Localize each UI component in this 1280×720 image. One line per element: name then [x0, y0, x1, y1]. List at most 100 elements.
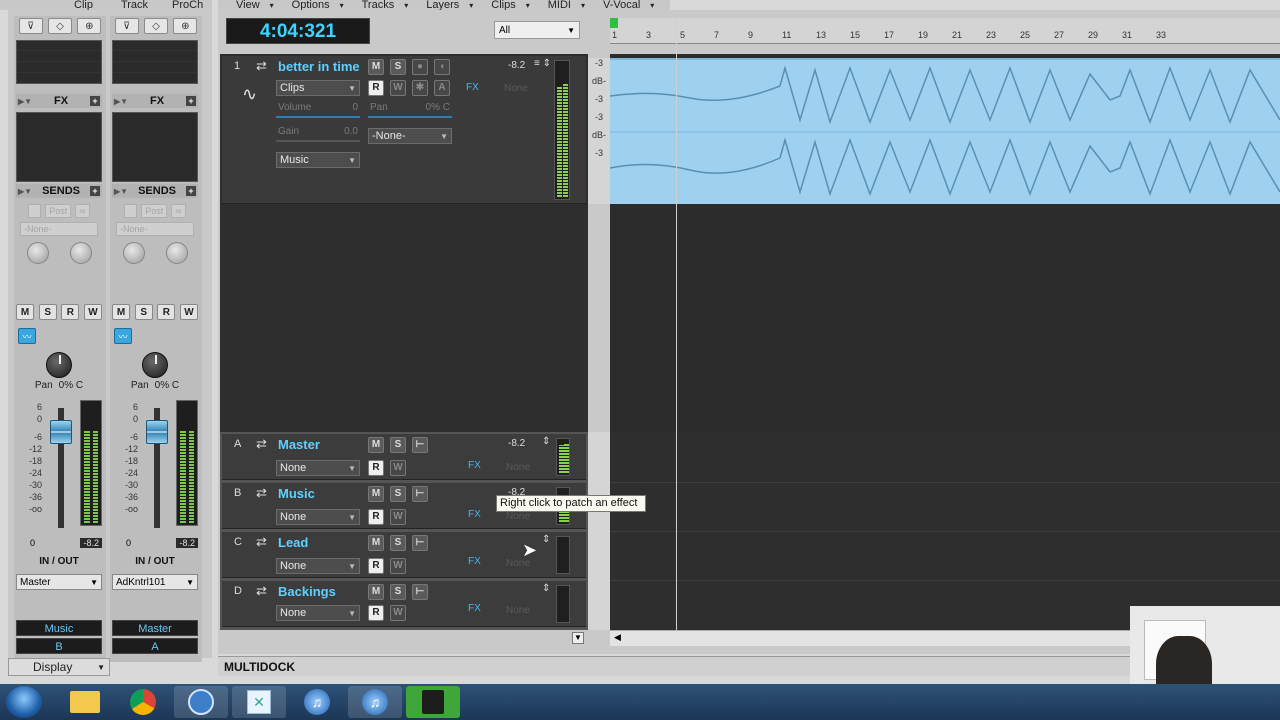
eq-peak-icon[interactable]: ◇ [143, 18, 168, 34]
now-time-cursor[interactable] [676, 18, 677, 630]
mute-button[interactable]: M [16, 304, 34, 320]
read-button[interactable]: R [368, 558, 384, 574]
bus-output-select[interactable]: None ▼ [276, 558, 360, 574]
timeline-ruler[interactable]: 1 3 5 7 9 11 13 15 17 19 21 23 25 27 29 … [610, 18, 1280, 44]
menu-layers[interactable]: Layers ▾ [426, 0, 477, 10]
itunes-icon[interactable]: ♫ [290, 686, 344, 718]
add-icon[interactable]: + [89, 186, 100, 196]
track-view-select[interactable]: Clips ▼ [276, 80, 360, 96]
solo-button[interactable]: S [390, 584, 406, 600]
eq-display[interactable] [16, 40, 102, 84]
solo-button[interactable]: S [134, 304, 153, 320]
bus-input-icon[interactable]: ⊢ [412, 535, 428, 551]
output-select[interactable]: AdKntrl101 ▼ [112, 574, 198, 590]
display-dropdown[interactable]: Display ▼ [8, 658, 110, 676]
write-button[interactable]: W [390, 605, 406, 621]
output-select[interactable]: Music ▼ [276, 152, 360, 168]
send-enable[interactable] [124, 204, 138, 218]
read-button[interactable]: R [368, 605, 384, 621]
archive-button[interactable]: A [434, 80, 450, 96]
fx-bin-label[interactable]: FX [468, 556, 481, 567]
audio-clip[interactable] [609, 58, 1280, 204]
send-post-button[interactable]: Post [141, 204, 168, 218]
read-button[interactable]: R [368, 80, 384, 96]
bus-name[interactable]: Music [278, 486, 315, 501]
scroll-left-icon[interactable]: ◀ [614, 632, 621, 643]
chrome-icon[interactable] [116, 686, 170, 718]
add-icon[interactable]: + [185, 186, 196, 196]
waveform-icon[interactable]: 〰 [18, 328, 36, 344]
mute-button[interactable]: M [368, 486, 384, 502]
bus-output-select[interactable]: None ▼ [276, 509, 360, 525]
write-button[interactable]: W [390, 460, 406, 476]
solo-button[interactable]: S [390, 437, 406, 453]
collapse-icon[interactable]: ▶▼ [114, 97, 128, 106]
excel-icon[interactable]: ✕ [232, 686, 286, 718]
bus-settings-icon[interactable]: ⇄ [256, 485, 267, 501]
write-button[interactable]: W [390, 558, 406, 574]
send-post-button[interactable]: Post [45, 204, 72, 218]
output-select[interactable]: Master ▼ [16, 574, 102, 590]
file-explorer-icon[interactable] [58, 686, 112, 718]
now-time-display[interactable]: 4:04:321 [226, 18, 370, 44]
bus-backings[interactable]: D ⇄ Backings M S ⊢ ⇕ None ▼ R W FX None [222, 581, 586, 627]
pan-knob[interactable] [46, 352, 72, 378]
menu-proch[interactable]: ProCh [172, 0, 203, 10]
strip-name[interactable]: Music [16, 620, 102, 636]
send-link-icon[interactable]: ∞ [171, 204, 186, 218]
send-destination[interactable]: -None- [20, 222, 98, 236]
loop-start-marker[interactable] [610, 18, 618, 28]
write-button[interactable]: W [179, 304, 198, 320]
volume-fader[interactable] [50, 420, 72, 444]
bus-name[interactable]: Lead [278, 535, 308, 550]
bus-name[interactable]: Backings [278, 584, 336, 599]
collapse-icon[interactable]: ▶▼ [18, 97, 32, 106]
menu-clip[interactable]: Clip [74, 0, 93, 10]
sonar-icon[interactable] [406, 686, 460, 718]
bus-settings-icon[interactable]: ⇄ [256, 436, 267, 452]
horizontal-scrollbar[interactable]: ◀ [610, 630, 1130, 646]
read-button[interactable]: R [368, 509, 384, 525]
mute-button[interactable]: M [368, 535, 384, 551]
arm-record-button[interactable]: ● [412, 59, 428, 75]
menu-view[interactable]: View ▾ [236, 0, 278, 10]
send-enable[interactable] [28, 204, 42, 218]
bus-input-icon[interactable]: ⊢ [412, 584, 428, 600]
bus-settings-icon[interactable]: ⇄ [256, 534, 267, 550]
bus-input-icon[interactable]: ⊢ [412, 437, 428, 453]
itunes-window-icon[interactable]: ♫ [348, 686, 402, 718]
eq-lowshelf-icon[interactable]: ⊽ [18, 18, 43, 34]
windows-start-icon[interactable] [6, 686, 42, 718]
track-settings-icon[interactable]: ⇄ [256, 58, 267, 74]
fx-bin-label[interactable]: FX [468, 509, 481, 520]
read-button[interactable]: R [157, 304, 176, 320]
menu-options[interactable]: Options ▾ [292, 0, 348, 10]
fx-bin[interactable] [112, 112, 198, 182]
bus-settings-icon[interactable]: ⇄ [256, 583, 267, 599]
bus-output-select[interactable]: None ▼ [276, 605, 360, 621]
eq-highshelf-icon[interactable]: ⊕ [77, 18, 102, 34]
mute-button[interactable]: M [368, 59, 384, 75]
collapse-icon[interactable]: ▶▼ [114, 187, 128, 196]
track-filter-select[interactable]: All ▼ [494, 21, 580, 39]
solo-button[interactable]: S [390, 59, 406, 75]
add-icon[interactable]: + [185, 96, 196, 106]
bus-height-icon[interactable]: ⇕ [542, 583, 550, 594]
fx-bin[interactable] [16, 112, 102, 182]
fx-bin-label[interactable]: FX [468, 460, 481, 471]
send-link-icon[interactable]: ∞ [75, 204, 90, 218]
track-name[interactable]: better in time [278, 59, 360, 74]
send-pan-knob[interactable] [69, 242, 92, 264]
send-level-knob[interactable] [26, 242, 49, 264]
send-destination[interactable]: -None- [116, 222, 194, 236]
bus-pane-toggle-icon[interactable]: ▼ [572, 632, 584, 644]
mute-button[interactable]: M [368, 584, 384, 600]
write-button[interactable]: W [390, 509, 406, 525]
waveform-icon[interactable]: 〰 [114, 328, 132, 344]
read-button[interactable]: R [368, 460, 384, 476]
menu-v-vocal[interactable]: V-Vocal ▾ [603, 0, 658, 10]
menu-midi[interactable]: MIDI ▾ [548, 0, 589, 10]
add-icon[interactable]: + [89, 96, 100, 106]
send-level-knob[interactable] [122, 242, 145, 264]
bus-master[interactable]: A ⇄ Master M S ⊢ -8.2 ⇕ None ▼ R W FX Non… [222, 434, 586, 480]
